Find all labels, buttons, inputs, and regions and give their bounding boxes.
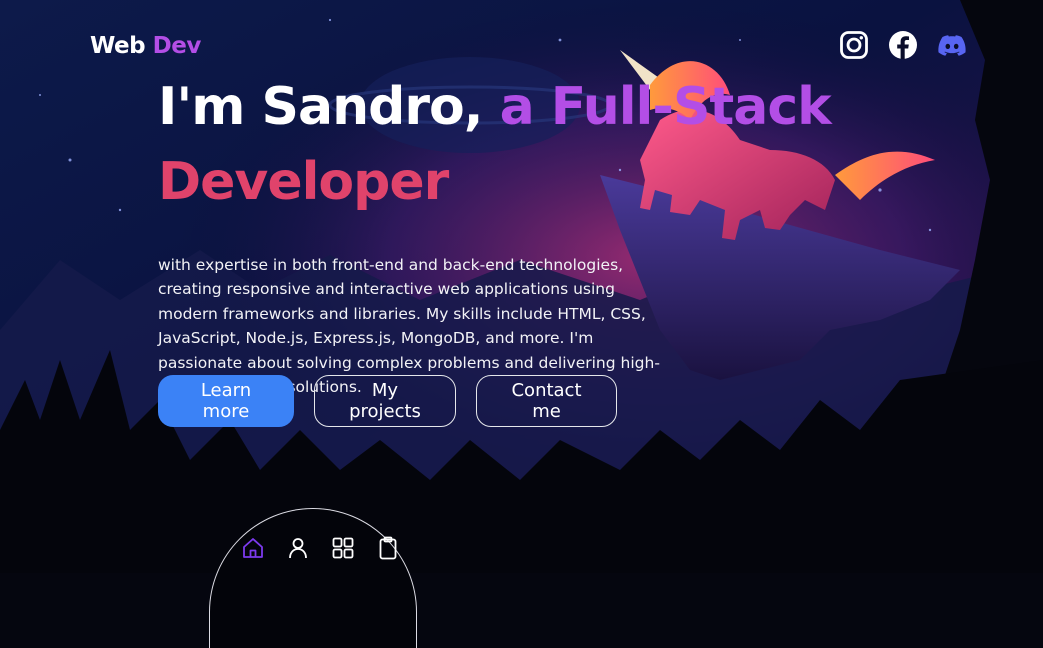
clipboard-icon[interactable]	[376, 536, 400, 560]
facebook-icon[interactable]	[888, 30, 918, 60]
instagram-icon[interactable]	[839, 30, 869, 60]
hero-buttons: Learn more My projects Contact me	[158, 375, 617, 427]
hero-heading-role: a Full-Stack	[499, 77, 832, 137]
brand-logo-part1: Web	[90, 33, 146, 59]
brand-logo[interactable]: Web Dev	[90, 33, 201, 59]
grid-icon[interactable]	[331, 536, 355, 560]
brand-logo-part2: Dev	[152, 33, 202, 59]
user-icon[interactable]	[286, 536, 310, 560]
bottom-nav-icons	[241, 536, 400, 560]
home-icon[interactable]	[241, 536, 265, 560]
hero-heading-name: I'm Sandro,	[158, 77, 483, 137]
social-links	[839, 30, 967, 60]
hero-heading-role2: Developer	[158, 152, 449, 212]
discord-icon[interactable]	[937, 30, 967, 60]
my-projects-button[interactable]: My projects	[314, 375, 456, 427]
hero-heading: I'm Sandro, a Full-Stack Developer	[158, 70, 918, 220]
contact-me-button[interactable]: Contact me	[476, 375, 617, 427]
learn-more-button[interactable]: Learn more	[158, 375, 294, 427]
